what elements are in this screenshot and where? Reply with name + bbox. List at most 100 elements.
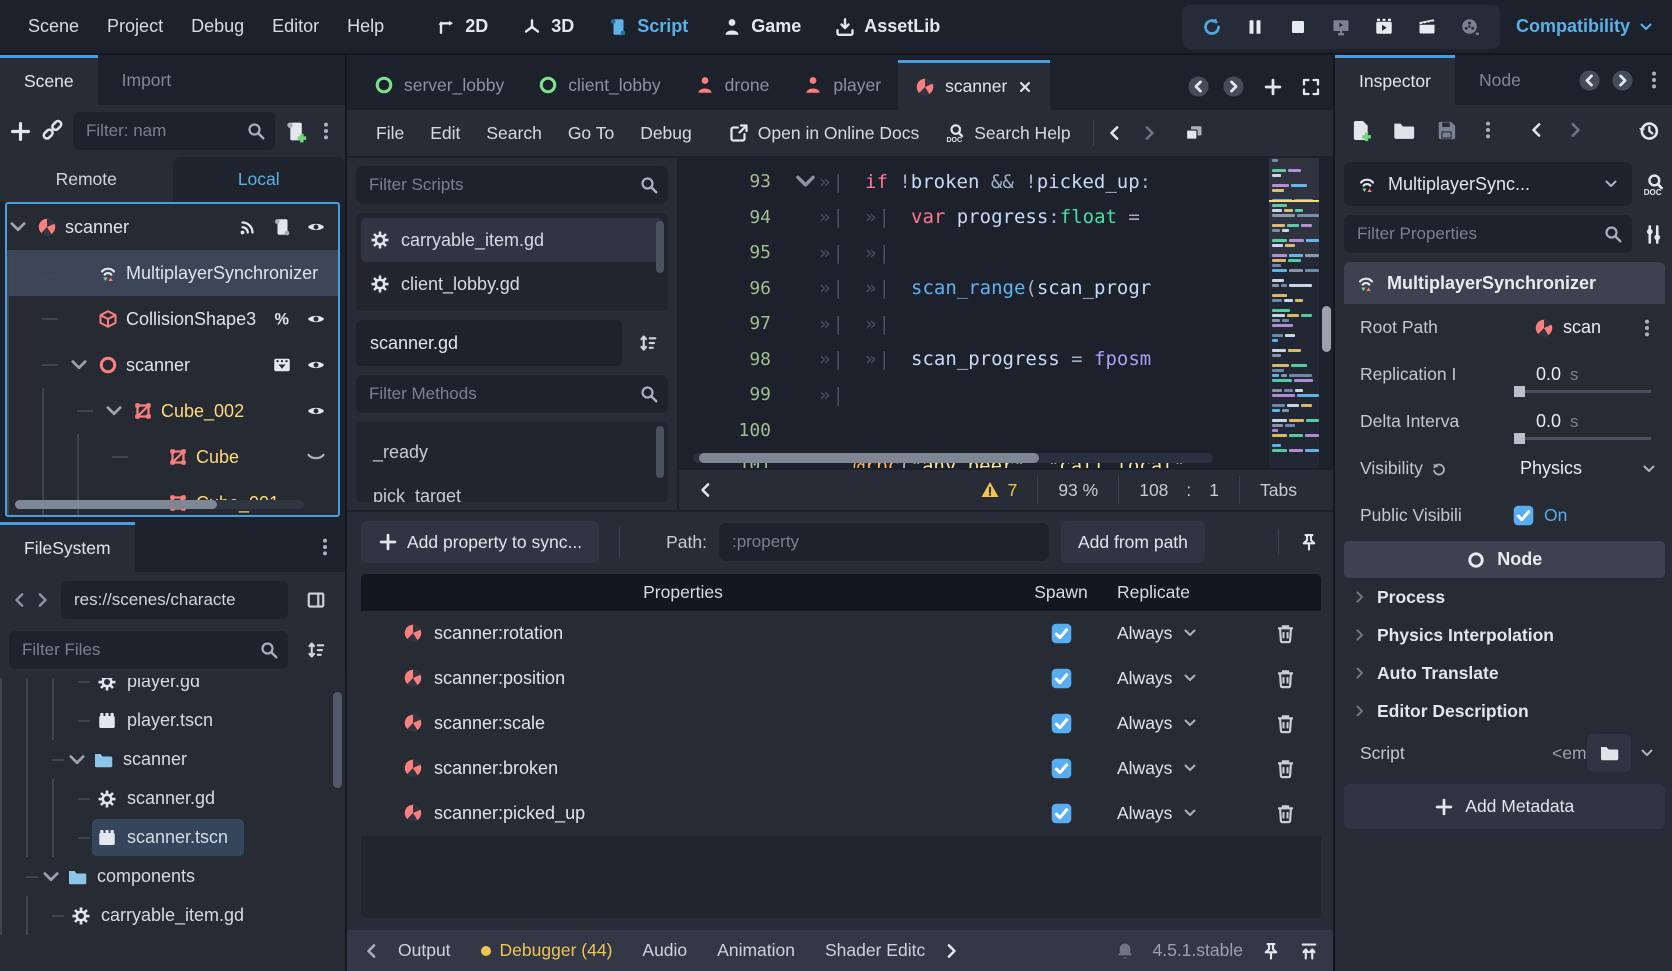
local-tab[interactable]: Local <box>173 157 346 202</box>
signal-icon[interactable] <box>238 217 258 237</box>
file-scanner.gd[interactable]: scanner.gd <box>0 779 345 818</box>
tab-filesystem[interactable]: FileSystem <box>0 522 135 572</box>
inspector-tabs-menu-icon[interactable] <box>1644 70 1664 90</box>
inspector-forward-icon[interactable] <box>1566 120 1586 140</box>
scene-node-scanner[interactable]: scanner <box>7 342 338 388</box>
revert-icon[interactable] <box>1431 461 1447 477</box>
warning-count[interactable]: 7 <box>960 476 1038 504</box>
expand-bottom-panel-icon[interactable] <box>1299 941 1319 961</box>
bottom-tab-audio[interactable]: Audio <box>627 940 702 961</box>
section-multiplayer-synchronizer[interactable]: MultiplayerSynchronizer <box>1344 262 1665 304</box>
inspector-back-icon[interactable] <box>1526 120 1546 140</box>
indent-type[interactable]: Tabs <box>1239 476 1317 504</box>
script-menu-search[interactable]: Search <box>473 119 554 148</box>
filesystem-menu-icon[interactable] <box>315 537 335 557</box>
script-carryable_item.gd[interactable]: carryable_item.gd <box>361 218 663 262</box>
file-components[interactable]: components <box>0 857 345 896</box>
property-value[interactable]: 0.0 <box>1536 364 1561 385</box>
inspector-history-icon[interactable] <box>1637 119 1660 142</box>
filesystem-path-input[interactable] <box>61 581 288 619</box>
tab-inspector[interactable]: Inspector <box>1335 55 1455 105</box>
restart-button[interactable] <box>1196 17 1228 37</box>
spawn-checkbox[interactable] <box>1050 802 1073 825</box>
fold-icon[interactable] <box>792 168 819 195</box>
workspace-3d[interactable]: 3D <box>510 10 586 43</box>
load-resource-button[interactable] <box>1392 119 1415 142</box>
add-property-to-sync-button[interactable]: Add property to sync... <box>361 521 599 563</box>
property-slider[interactable] <box>1516 437 1651 440</box>
scene-node-cube[interactable]: Cube <box>7 434 338 480</box>
eye-icon[interactable] <box>306 217 326 237</box>
renderer-select[interactable]: Compatibility <box>1516 16 1654 37</box>
file-scanner.tscn[interactable]: scanner.tscn <box>0 818 345 857</box>
delete-property-icon[interactable] <box>1274 802 1297 825</box>
make-floating-icon[interactable] <box>1184 123 1204 143</box>
filesystem-scrollbar[interactable] <box>333 692 342 788</box>
scene-tab-player[interactable]: player <box>786 60 898 110</box>
code-minimap[interactable] <box>1269 158 1319 468</box>
scroll-left-icon[interactable] <box>361 941 381 961</box>
spawn-checkbox[interactable] <box>1050 712 1073 735</box>
bottom-tab-output[interactable]: Output <box>383 940 466 961</box>
group-auto-translate[interactable]: Auto Translate <box>1344 654 1665 692</box>
open-docs-icon[interactable]: DOC <box>1642 173 1665 196</box>
delete-property-icon[interactable] <box>1274 712 1297 735</box>
property-value[interactable]: Physics <box>1520 458 1582 479</box>
bottom-tab-debugger-44-[interactable]: Debugger (44) <box>466 940 628 961</box>
distraction-free-icon[interactable] <box>1301 77 1321 97</box>
menu-debug[interactable]: Debug <box>177 10 258 43</box>
script-load-button[interactable] <box>1587 734 1631 772</box>
eye-icon[interactable] <box>306 401 326 421</box>
code-editor[interactable]: 93»|if !broken && !picked_up:94»|»|var p… <box>679 158 1333 468</box>
group-process[interactable]: Process <box>1344 578 1665 616</box>
property-checkbox[interactable] <box>1512 504 1535 527</box>
script-sort-button[interactable] <box>628 324 668 362</box>
tab-scene[interactable]: Scene <box>0 55 98 105</box>
new-tab-icon[interactable] <box>1263 77 1283 97</box>
method-list-scrollbar[interactable] <box>656 426 664 478</box>
tab-import[interactable]: Import <box>98 55 196 105</box>
method-_ready[interactable]: _ready <box>361 430 663 474</box>
movie-maker-button[interactable] <box>1454 17 1486 37</box>
play-scene-button[interactable] <box>1368 17 1400 37</box>
code-vscrollbar[interactable] <box>1319 158 1333 468</box>
movie-icon[interactable] <box>272 355 292 375</box>
remote-debug-button[interactable] <box>1325 17 1357 37</box>
code-line[interactable]: 94»|»|var progress:float = <box>679 200 1269 236</box>
file-sort-button[interactable] <box>296 631 336 669</box>
add-metadata-button[interactable]: Add Metadata <box>1344 784 1665 829</box>
editor-zoom[interactable]: 93 % <box>1037 476 1118 504</box>
scene-tree-hscrollbar[interactable] <box>15 500 304 509</box>
group-physics-interpolation[interactable]: Physics Interpolation <box>1344 616 1665 654</box>
code-hscrollbar[interactable] <box>693 453 1213 463</box>
property-tools-icon[interactable] <box>1642 223 1665 246</box>
script-menu-debug[interactable]: Debug <box>627 119 705 148</box>
workspace-game[interactable]: Game <box>710 10 813 43</box>
scene-node-collisionshape3[interactable]: CollisionShape3% <box>7 296 338 342</box>
scene-dock-menu-icon[interactable] <box>316 121 336 141</box>
scene-tab-client_lobby[interactable]: client_lobby <box>521 60 677 110</box>
current-script[interactable]: scanner.gd <box>356 320 622 366</box>
scene-node-scanner[interactable]: scanner <box>7 204 338 250</box>
script-history-back-icon[interactable] <box>1104 123 1124 143</box>
code-line[interactable]: 95»|»| <box>679 235 1269 271</box>
scroll-right-icon[interactable] <box>942 941 962 961</box>
instance-scene-button[interactable] <box>41 120 64 143</box>
pin-icon[interactable] <box>1299 532 1319 552</box>
history-forward-icon[interactable] <box>33 590 53 610</box>
stop-button[interactable] <box>1282 17 1314 37</box>
code-line[interactable]: 93»|if !broken && !picked_up: <box>679 164 1269 200</box>
workspace-2d[interactable]: 2D <box>424 10 500 43</box>
property-slider[interactable] <box>1516 390 1651 393</box>
group-editor-description[interactable]: Editor Description <box>1344 692 1665 730</box>
add-from-path-button[interactable]: Add from path <box>1061 521 1205 563</box>
scene-tab-drone[interactable]: drone <box>678 60 787 110</box>
section-node[interactable]: Node <box>1344 541 1665 578</box>
resource-menu-icon[interactable] <box>1478 120 1498 140</box>
edited-object-select[interactable]: MultiplayerSync... <box>1344 162 1632 206</box>
code-line[interactable]: 98»|»|scan_progress = fposm <box>679 342 1269 378</box>
code-line[interactable]: 99»| <box>679 377 1269 413</box>
replicate-select[interactable]: Always <box>1117 713 1249 734</box>
spawn-checkbox[interactable] <box>1050 622 1073 645</box>
search-help-button[interactable]: DOC Search Help <box>933 119 1082 148</box>
